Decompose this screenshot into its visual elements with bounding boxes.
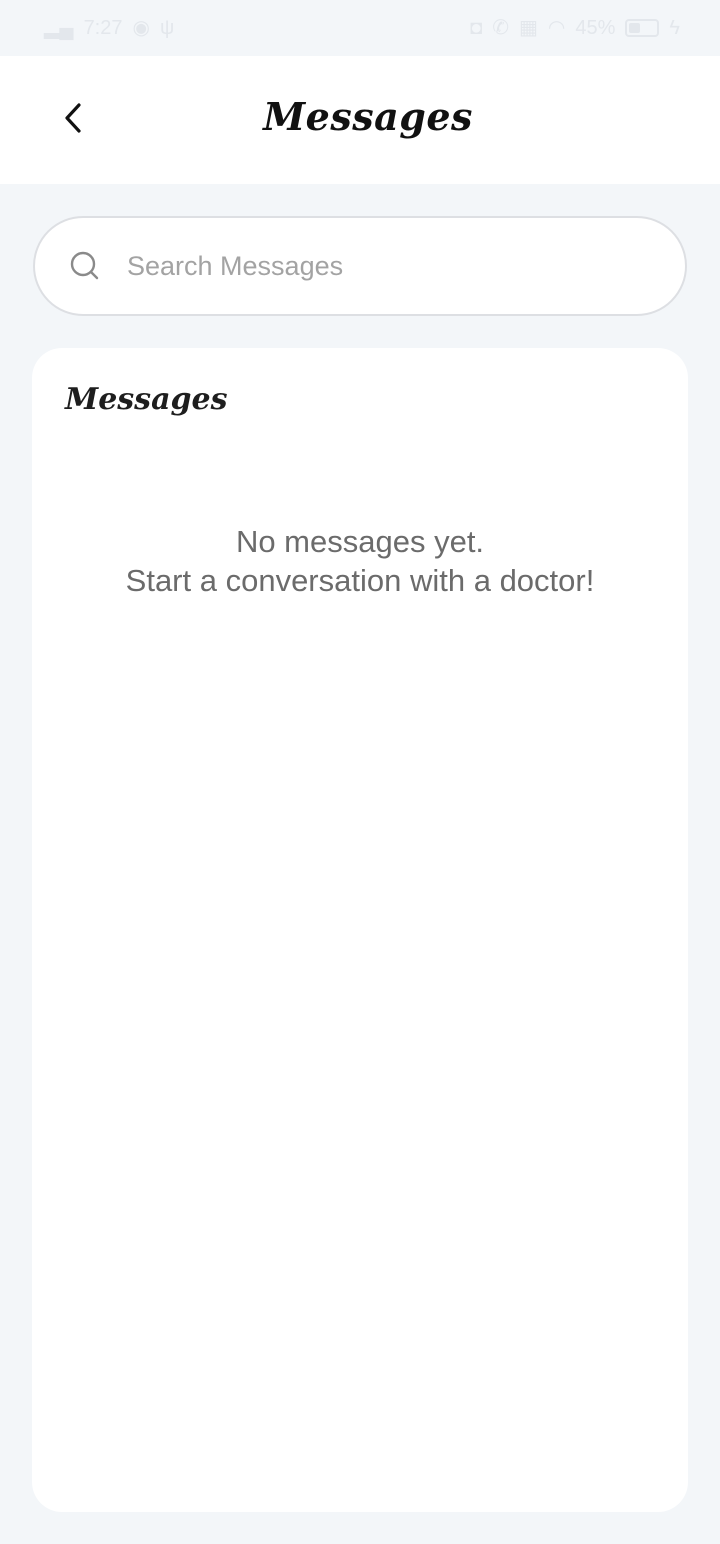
status-time: 7:27 xyxy=(83,17,123,39)
battery-icon xyxy=(625,19,660,37)
messages-card: Messages No messages yet. Start a conver… xyxy=(32,348,688,1512)
battery-percent: 45% xyxy=(575,17,616,39)
signal-icon: ▂▄ xyxy=(44,17,74,39)
messages-section-title: Messages xyxy=(65,382,228,417)
empty-state: No messages yet. Start a conversation wi… xyxy=(32,522,688,600)
search-icon xyxy=(69,250,101,282)
page-title: Messages xyxy=(263,94,473,139)
game-icon: ◉ xyxy=(132,17,150,39)
wifi-icon: ◠ xyxy=(547,17,566,39)
charging-icon: ϟ xyxy=(669,17,680,39)
empty-state-line-2: Start a conversation with a doctor! xyxy=(125,563,595,598)
network-icon: ▦ xyxy=(519,17,538,39)
search-bar[interactable] xyxy=(33,216,687,316)
status-left-group: ▂▄ 7:27 ◉ ψ xyxy=(44,14,174,42)
search-input[interactable] xyxy=(127,250,607,282)
app-header: Messages xyxy=(0,56,720,184)
empty-state-line-1: No messages yet. xyxy=(235,524,485,559)
status-right-group: ◘ ✆ ▦ ◠ 45% ϟ xyxy=(470,14,680,42)
alarm-icon: ◘ xyxy=(470,17,483,39)
call-icon: ✆ xyxy=(492,17,510,39)
status-bar: ▂▄ 7:27 ◉ ψ ◘ ✆ ▦ ◠ 45% ϟ xyxy=(0,0,720,56)
usb-icon: ψ xyxy=(159,17,175,39)
